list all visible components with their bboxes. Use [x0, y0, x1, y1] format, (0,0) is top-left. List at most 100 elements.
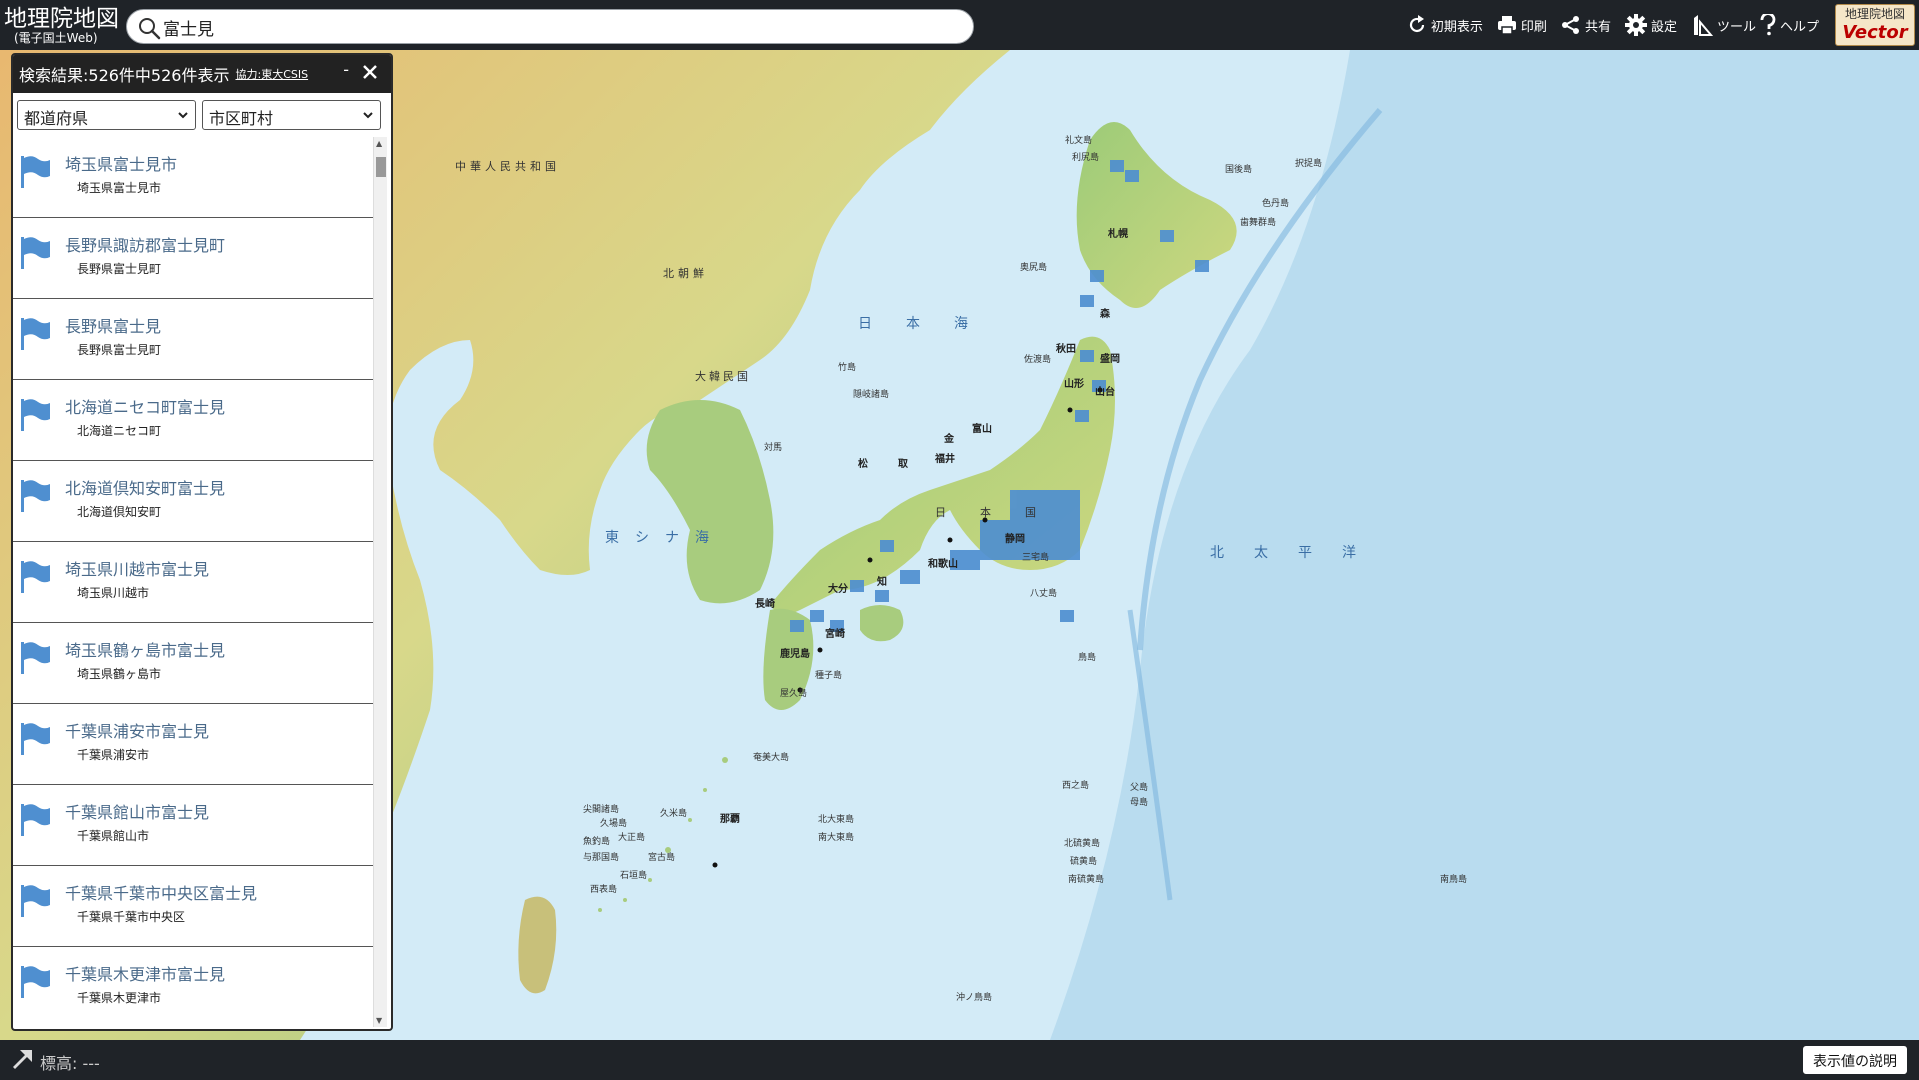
city-select[interactable]: 市区町村 [202, 100, 381, 130]
result-item[interactable]: 長野県富士見長野県富士見町 [13, 299, 373, 380]
result-item[interactable]: 埼玉県鶴ヶ島市富士見 埼玉県鶴ヶ島市 [13, 623, 373, 704]
prefecture-select[interactable]: 都道府県 [17, 100, 196, 130]
result-name: 千葉県木更津市富士見 [65, 965, 226, 984]
chevron-down-icon [363, 112, 373, 119]
map-island-amami: 奄美大島 [753, 753, 790, 763]
map-city-shizuoka: 静岡 [1005, 534, 1025, 545]
flag-icon [21, 885, 50, 917]
print-label: 印刷 [1520, 19, 1547, 35]
map-island-yakushima: 屋久島 [780, 689, 808, 699]
settings-button[interactable]: 設定 [1624, 14, 1677, 36]
result-item[interactable]: 埼玉県富士見市 埼玉県富士見市 [13, 137, 373, 218]
map-city-kochi: 知 [877, 577, 887, 588]
reset-view-button[interactable]: 初期表示 [1407, 15, 1483, 35]
map-island-uotsuri: 魚釣島 [583, 837, 611, 847]
scroll-thumb[interactable] [376, 157, 386, 177]
vector-logo-title: 地理院地図 [1844, 7, 1905, 21]
result-name: 埼玉県川越市富士見 [65, 560, 210, 579]
flag-icon [21, 480, 50, 512]
result-item[interactable]: 北海道倶知安町富士見 北海道倶知安町 [13, 461, 373, 542]
filter-row: 都道府県 市区町村 [13, 93, 391, 137]
result-item[interactable]: 千葉県浦安市富士見千葉県浦安市 [13, 704, 373, 785]
flag-icon [21, 318, 50, 350]
map-island-minamiiwo: 南硫黄島 [1068, 875, 1105, 885]
flag-icon [21, 804, 50, 836]
print-button[interactable]: 印刷 [1497, 15, 1547, 35]
map-island-minamitori: 南鳥島 [1440, 875, 1468, 885]
search-box[interactable] [126, 9, 974, 44]
map-island-iwo: 硫黄島 [1070, 857, 1098, 867]
result-name: 千葉県浦安市富士見 [65, 722, 210, 741]
help-icon [1760, 14, 1776, 36]
panel-header: 検索結果:526件中526件表示 協力:東大CSIS - [13, 55, 391, 93]
map-city-tottori: 取 [898, 459, 908, 470]
result-location: 千葉県館山市 [77, 829, 150, 843]
printer-icon [1497, 16, 1516, 35]
search-input[interactable] [163, 14, 953, 40]
map-city-sendai: 山台 [1095, 387, 1115, 398]
map-island-yonaguni: 与那国島 [583, 853, 620, 863]
tools-button[interactable]: ツール [1691, 14, 1756, 36]
map-city-nagasaki: 長崎 [755, 599, 775, 610]
map-island-ishigaki: 石垣島 [620, 871, 648, 881]
map-city-akita: 秋田 [1056, 344, 1076, 355]
result-item[interactable]: 千葉県館山市富士見 千葉県館山市 [13, 785, 373, 866]
vector-logo[interactable]: 地理院地図 Vector [1835, 4, 1915, 46]
city-select-value: 市区町村 [209, 109, 274, 128]
credit-link[interactable]: 協力:東大CSIS [235, 66, 308, 82]
result-location: 千葉県千葉市中央区 [77, 910, 186, 924]
scroll-down-arrow[interactable]: ▼ [376, 1016, 382, 1025]
map-city-kanazawa: 金 [944, 434, 954, 445]
map-island-tori: 鳥島 [1078, 653, 1097, 663]
map-label-japan: 日本国 [935, 506, 1070, 519]
vector-logo-text: Vector [1842, 22, 1908, 43]
map-island-tanegashima: 種子島 [815, 671, 843, 681]
help-button[interactable]: ヘルプ [1760, 14, 1819, 36]
reset-view-label: 初期表示 [1430, 19, 1483, 35]
result-name: 千葉県千葉市中央区富士見 [65, 884, 258, 903]
result-name: 長野県富士見 [65, 317, 162, 336]
result-item[interactable]: 北海道ニセコ町富士見 北海道ニセコ町 [13, 380, 373, 461]
result-location: 千葉県浦安市 [77, 748, 150, 762]
map-city-kagoshima: 鹿児島 [780, 649, 810, 660]
flag-icon [21, 642, 50, 674]
map-island-shikotan: 色丹島 [1262, 199, 1290, 209]
result-item[interactable]: 千葉県千葉市中央区富士見千葉県千葉市中央区 [13, 866, 373, 947]
map-city-yamagata: 山形 [1064, 379, 1084, 390]
result-name: 北海道倶知安町富士見 [65, 479, 226, 498]
map-island-chichijima: 父島 [1130, 783, 1149, 793]
share-label: 共有 [1584, 19, 1611, 35]
share-icon [1561, 16, 1579, 34]
result-name: 北海道ニセコ町富士見 [65, 398, 226, 417]
map-island-kunashiri: 国後島 [1225, 165, 1253, 175]
minimize-button[interactable]: - [343, 60, 349, 79]
scroll-up-arrow[interactable]: ▲ [376, 139, 382, 148]
flag-icon [21, 399, 50, 431]
result-item[interactable]: 長野県諏訪郡富士見町 長野県富士見町 [13, 218, 373, 299]
map-label-china: 中華人民共和国 [455, 160, 560, 173]
result-item[interactable]: 千葉県木更津市富士見 千葉県木更津市 [13, 947, 373, 1027]
map-island-etorofu: 択捉島 [1295, 159, 1323, 169]
share-button[interactable]: 共有 [1561, 15, 1611, 35]
map-city-toyama: 富山 [972, 424, 992, 435]
close-icon[interactable] [359, 61, 381, 83]
search-icon[interactable] [137, 16, 161, 40]
panel-title: 検索結果:526件中526件表示 [19, 66, 230, 85]
results-scrollbar[interactable]: ▲ ▼ [373, 137, 387, 1027]
result-location: 長野県富士見町 [77, 343, 162, 357]
prefecture-select-value: 都道府県 [24, 109, 89, 128]
map-city-oita: 大分 [828, 584, 848, 595]
legend-button[interactable]: 表示値の説明 [1803, 1046, 1907, 1074]
flag-icon [21, 966, 50, 998]
map-city-aomori: 森 [1100, 309, 1110, 320]
result-item[interactable]: 埼玉県川越市富士見埼玉県川越市 [13, 542, 373, 623]
map-label-pacific: 北太平洋 [1210, 545, 1386, 561]
map-island-hahajima: 母島 [1130, 798, 1149, 808]
map-island-miyako: 宮古島 [648, 853, 676, 863]
map-island-kuba: 久場島 [600, 819, 628, 829]
flag-icon [21, 156, 50, 188]
map-city-miyazaki: 宮崎 [825, 629, 845, 640]
result-location: 埼玉県川越市 [77, 586, 150, 600]
app-logo[interactable]: 地理院地図 (電子国土Web) [4, 6, 122, 48]
map-city-sapporo: 札幌 [1108, 229, 1128, 240]
